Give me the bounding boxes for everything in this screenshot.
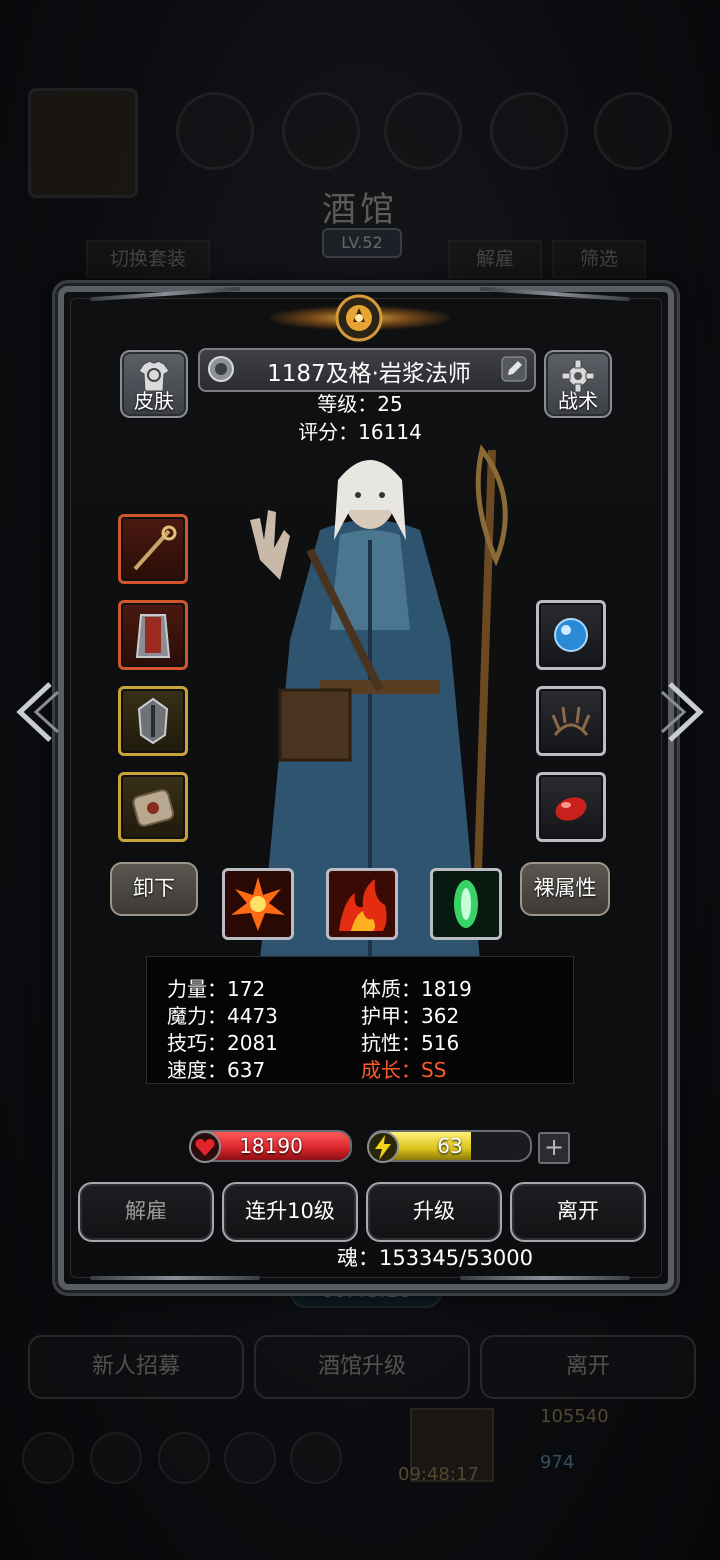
- menu-icon-5: [290, 1432, 342, 1484]
- stat-resistance: 抗性：516: [361, 1031, 460, 1055]
- stat-speed: 速度：637: [167, 1058, 266, 1082]
- hero-name-plate: 1187及格·岩浆法师: [198, 348, 536, 392]
- skill-slot-2[interactable]: [326, 868, 398, 940]
- soul-counter: 魂：153345/53000: [336, 1246, 534, 1270]
- heart-icon: [189, 1131, 221, 1163]
- tactics-button[interactable]: 战术: [544, 350, 612, 418]
- gold-count: 105540: [540, 1406, 609, 1427]
- menu-icon-2: [90, 1432, 142, 1484]
- resource-icon-2: [282, 92, 360, 170]
- gem-count: 974: [540, 1452, 575, 1473]
- tavern-title: 酒馆: [322, 190, 398, 230]
- switch-outfit-tab: 切换套装: [86, 240, 210, 278]
- stat-magic: 魔力：4473: [167, 1004, 278, 1028]
- resource-icon-3: [384, 92, 462, 170]
- helmet-icon: [137, 697, 169, 745]
- stat-skill: 技巧：2081: [167, 1031, 278, 1055]
- green-crystal-skill-icon: [433, 871, 499, 937]
- menu-icon-4: [224, 1432, 276, 1484]
- red-gem-icon: [555, 797, 587, 821]
- stat-armor: 护甲：362: [361, 1004, 460, 1028]
- leave-button[interactable]: 离开: [510, 1182, 646, 1242]
- skin-button[interactable]: 皮肤: [120, 350, 188, 418]
- menu-icon-3: [158, 1432, 210, 1484]
- staff-icon: [133, 525, 177, 571]
- gem-accessory-slot[interactable]: [536, 772, 606, 842]
- dismiss-hero-button[interactable]: 解雇: [78, 1182, 214, 1242]
- next-hero-arrow-icon[interactable]: [658, 680, 710, 744]
- robe-armor-icon: [135, 614, 171, 658]
- crystal-orb-icon: [554, 618, 588, 652]
- weapon-slot[interactable]: [118, 514, 188, 584]
- hero-stats-panel: 力量：172 魔力：4473 技巧：2081 速度：637 体质：1819 护甲…: [146, 956, 574, 1084]
- filter-tab: 筛选: [552, 240, 646, 278]
- fire-burst-skill-icon: [225, 871, 291, 937]
- tavern-level-badge: LV.52: [322, 228, 402, 258]
- resource-icon-1: [176, 92, 254, 170]
- rank-medal-icon: [208, 356, 234, 382]
- armor-slot[interactable]: [118, 600, 188, 670]
- stat-constitution: 体质：1819: [361, 977, 472, 1001]
- previous-hero-arrow-icon[interactable]: [10, 680, 62, 744]
- antler-accessory-slot[interactable]: [536, 686, 606, 756]
- bracer-icon: [132, 789, 175, 827]
- resource-icon-5: [594, 92, 672, 170]
- tactics-label: 战术: [558, 389, 598, 413]
- frame-thorn-bottom-right: [460, 1276, 630, 1280]
- tavern-leave-button: 离开: [480, 1335, 696, 1399]
- menu-icon-1: [22, 1432, 74, 1484]
- level-up-10-button[interactable]: 连升10级: [222, 1182, 358, 1242]
- hero-name: 1187及格·岩浆法师: [267, 361, 471, 387]
- resource-icon-4: [490, 92, 568, 170]
- bracer-slot[interactable]: [118, 772, 188, 842]
- game-screen: 酒馆 LV.52 切换套装 解雇 筛选 00:48:16 新人招募 酒馆升级 离…: [0, 0, 720, 1560]
- add-energy-button[interactable]: +: [538, 1132, 570, 1164]
- rename-edit-icon[interactable]: [500, 355, 528, 383]
- base-attributes-button[interactable]: 裸属性: [520, 862, 610, 916]
- recruit-button: 新人招募: [28, 1335, 244, 1399]
- dismiss-tab: 解雇: [448, 240, 542, 278]
- lightning-icon: [367, 1131, 399, 1163]
- hero-level: 等级：25: [317, 392, 403, 416]
- antler-icon: [551, 706, 591, 736]
- stat-growth: 成长：SS: [361, 1058, 447, 1082]
- gift-timer: 09:48:17: [398, 1464, 479, 1485]
- flame-skill-icon: [329, 871, 395, 937]
- tavern-upgrade-button: 酒馆升级: [254, 1335, 470, 1399]
- stat-strength: 力量：172: [167, 977, 266, 1001]
- crest-emblem-icon: [335, 294, 383, 342]
- level-up-button[interactable]: 升级: [366, 1182, 502, 1242]
- unequip-button[interactable]: 卸下: [110, 862, 198, 916]
- helmet-slot[interactable]: [118, 686, 188, 756]
- skill-slot-1[interactable]: [222, 868, 294, 940]
- skin-label: 皮肤: [134, 389, 174, 413]
- frame-thorn-bottom-left: [90, 1276, 260, 1280]
- orb-accessory-slot[interactable]: [536, 600, 606, 670]
- skill-slot-3[interactable]: [430, 868, 502, 940]
